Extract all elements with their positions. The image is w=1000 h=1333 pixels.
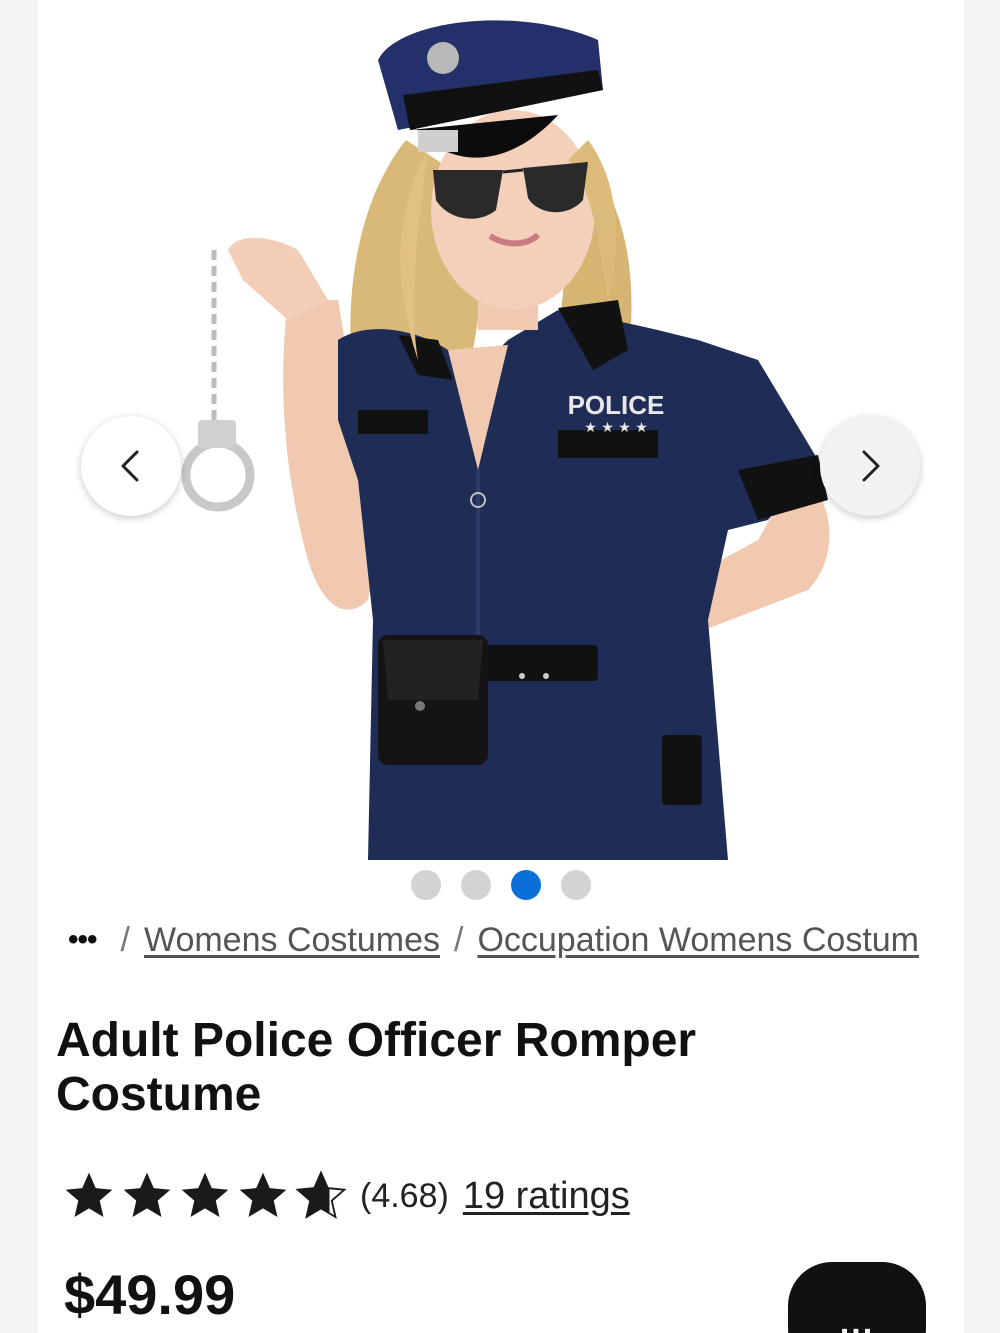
star-icon (239, 1172, 287, 1217)
police-stars: ★ ★ ★ ★ (584, 420, 648, 436)
breadcrumb-more-button[interactable]: ••• (68, 923, 97, 957)
product-page: POLICE ★ ★ ★ ★ ••• / Womens Costumes / O… (38, 0, 964, 1333)
breadcrumb-link-womens-costumes[interactable]: Womens Costumes (144, 921, 440, 960)
police-badge-text: POLICE (568, 390, 665, 420)
ratings-count-link[interactable]: 19 ratings (463, 1175, 630, 1218)
carousel-dot-1[interactable] (411, 870, 441, 900)
breadcrumb: ••• / Womens Costumes / Occupation Women… (68, 918, 948, 962)
star-half-icon (295, 1170, 347, 1219)
rating-score: (4.68) (360, 1176, 449, 1215)
carousel-dot-3[interactable] (511, 870, 541, 900)
next-image-button[interactable] (820, 416, 920, 516)
chat-bubble-icon: ... (839, 1304, 875, 1333)
star-rating (60, 1168, 350, 1224)
carousel-dot-4[interactable] (561, 870, 591, 900)
product-gallery: POLICE ★ ★ ★ ★ (38, 0, 964, 860)
product-title: Adult Police Officer Romper Costume (56, 1014, 697, 1121)
breadcrumb-separator: / (120, 920, 130, 959)
product-rating: (4.68) 19 ratings (60, 1168, 630, 1224)
star-icon (181, 1172, 229, 1217)
chevron-left-icon (121, 450, 139, 482)
product-image[interactable]: POLICE ★ ★ ★ ★ (38, 0, 964, 860)
star-icon (123, 1172, 171, 1217)
product-price: $49.99 (64, 1263, 236, 1326)
previous-image-button[interactable] (81, 416, 181, 516)
carousel-dot-2[interactable] (461, 870, 491, 900)
chevron-right-icon (862, 450, 880, 482)
chat-button[interactable]: ... (788, 1262, 926, 1333)
breadcrumb-link-occupation-womens-costumes[interactable]: Occupation Womens Costum (477, 921, 919, 960)
breadcrumb-separator: / (454, 920, 464, 959)
carousel-pagination (38, 870, 964, 900)
star-icon (65, 1172, 113, 1217)
